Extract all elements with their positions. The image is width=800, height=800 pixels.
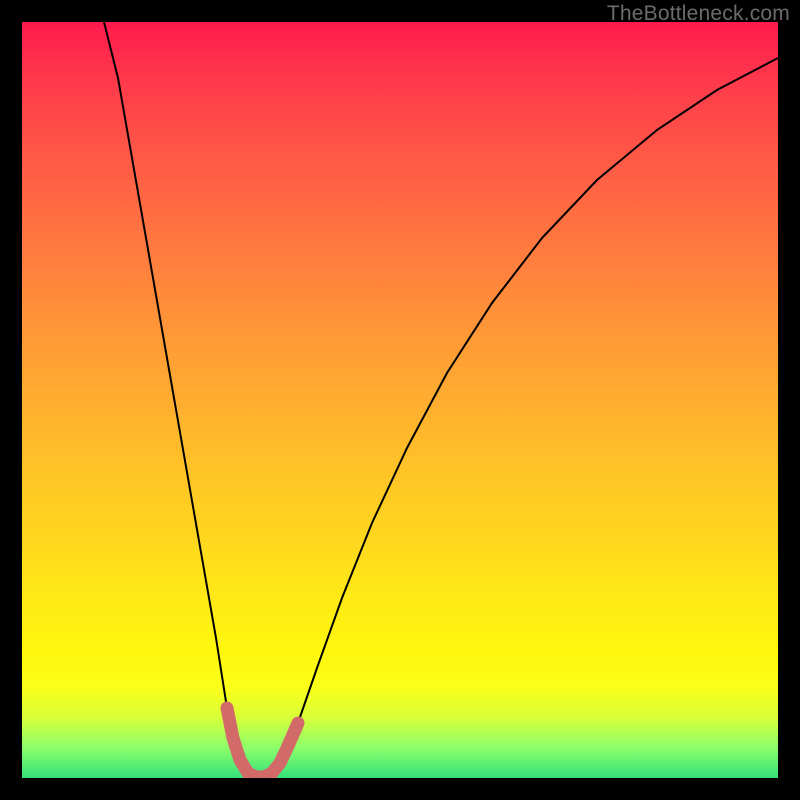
- plot-area: [22, 22, 778, 778]
- watermark-text: TheBottleneck.com: [607, 2, 790, 26]
- chart-svg: [22, 22, 778, 778]
- main-curve: [104, 22, 778, 778]
- valley-marker: [227, 708, 298, 777]
- chart-frame: TheBottleneck.com: [0, 0, 800, 800]
